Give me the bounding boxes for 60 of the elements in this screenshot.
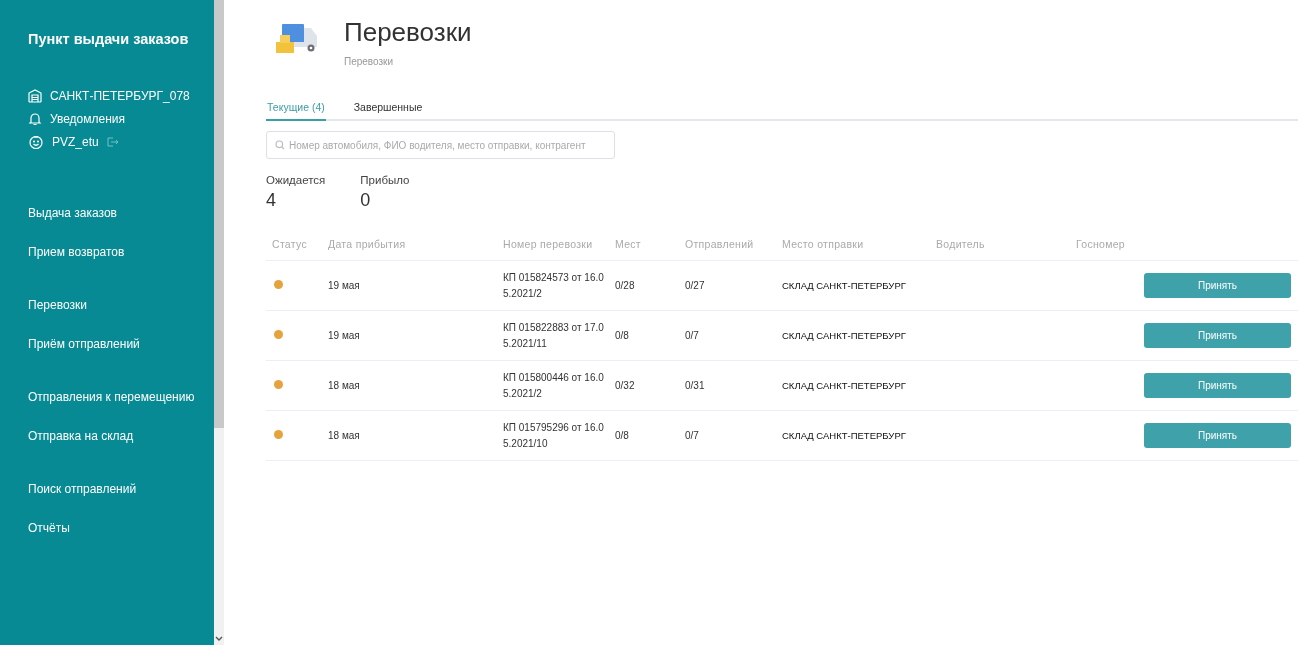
- table-cell: 0/8: [615, 330, 629, 341]
- table-cell-text: КП 015822883 от 17.05.2021/11: [503, 320, 605, 351]
- table-cell-text: КП 015800446 от 16.05.2021/2: [503, 370, 605, 401]
- table-cell: 0/7: [685, 330, 699, 341]
- tab[interactable]: Завершенные: [352, 101, 424, 121]
- table-cell: СКЛАД САНКТ-ПЕТЕРБУРГ: [782, 330, 906, 341]
- table-cell: СКЛАД САНКТ-ПЕТЕРБУРГ: [782, 380, 906, 391]
- table-cell: 18 мая: [328, 430, 360, 441]
- nav-item[interactable]: Отправка на склад: [28, 428, 214, 444]
- account-item[interactable]: САНКТ-ПЕТЕРБУРГ_078: [50, 89, 190, 103]
- chevron-down-icon[interactable]: [215, 636, 223, 642]
- nav-item[interactable]: Приём отправлений: [28, 336, 214, 352]
- table-cell-text: КП 015824573 от 16.05.2021/2: [503, 270, 605, 301]
- app-title: Пункт выдачи заказов: [28, 31, 190, 47]
- page-title: Перевозки: [344, 17, 472, 48]
- stat-value: 0: [360, 190, 372, 211]
- breadcrumb[interactable]: Перевозки: [344, 56, 472, 67]
- accept-button[interactable]: Принять: [1144, 373, 1291, 398]
- bell-icon: [28, 112, 42, 126]
- table-cell: 19 мая: [328, 330, 360, 341]
- table-cell-text: КП 015795296 от 16.05.2021/10: [503, 420, 605, 451]
- table-cell: 19 мая: [328, 280, 360, 291]
- scrollbar[interactable]: [214, 0, 224, 645]
- table-cell: 0/7: [685, 430, 699, 441]
- table-cell: 0/31: [685, 380, 705, 391]
- building-icon: [28, 89, 42, 103]
- column-header: Водитель: [936, 238, 986, 250]
- stat-label: Прибыло: [360, 174, 410, 186]
- column-header: Место отправки: [782, 238, 865, 250]
- accept-button[interactable]: Принять: [1144, 323, 1291, 348]
- column-header: Мест: [615, 238, 642, 250]
- table-cell: 0/28: [615, 280, 635, 291]
- table-cell: 0/8: [615, 430, 629, 441]
- column-header: Госномер: [1076, 238, 1126, 250]
- nav-item[interactable]: Прием возвратов: [28, 244, 214, 260]
- account-item[interactable]: PVZ_etu: [52, 135, 99, 149]
- table-cell: СКЛАД САНКТ-ПЕТЕРБУРГ: [782, 430, 906, 441]
- column-header: Дата прибытия: [328, 238, 407, 250]
- table-cell: 0/27: [685, 280, 705, 291]
- nav-item[interactable]: Перевозки: [28, 297, 214, 313]
- face-icon: [28, 134, 44, 150]
- nav-item[interactable]: Поиск отправлений: [28, 481, 214, 497]
- column-header: Отправлений: [685, 238, 755, 250]
- table-cell: 18 мая: [328, 380, 360, 391]
- stat-value: 4: [266, 190, 277, 211]
- column-header: Номер перевозки: [503, 238, 594, 250]
- accept-button[interactable]: Принять: [1144, 273, 1291, 298]
- nav-item[interactable]: Отчёты: [28, 520, 214, 536]
- logout-icon[interactable]: [106, 137, 119, 147]
- table-cell: 0/32: [615, 380, 635, 391]
- table-cell: СКЛАД САНКТ-ПЕТЕРБУРГ: [782, 280, 906, 291]
- nav-item[interactable]: Выдача заказов: [28, 205, 214, 221]
- search-field[interactable]: Номер автомобиля, ФИО водителя, место отправки, контрагент: [266, 131, 615, 159]
- search-icon: [275, 140, 285, 150]
- account-item[interactable]: Уведомления: [50, 112, 126, 126]
- nav-item[interactable]: Отправления к перемещению: [28, 389, 214, 405]
- column-header: Статус: [272, 238, 308, 250]
- accept-button[interactable]: Принять: [1144, 423, 1291, 448]
- tab[interactable]: Текущие (4): [266, 101, 326, 121]
- stat-label: Ожидается: [266, 174, 326, 186]
